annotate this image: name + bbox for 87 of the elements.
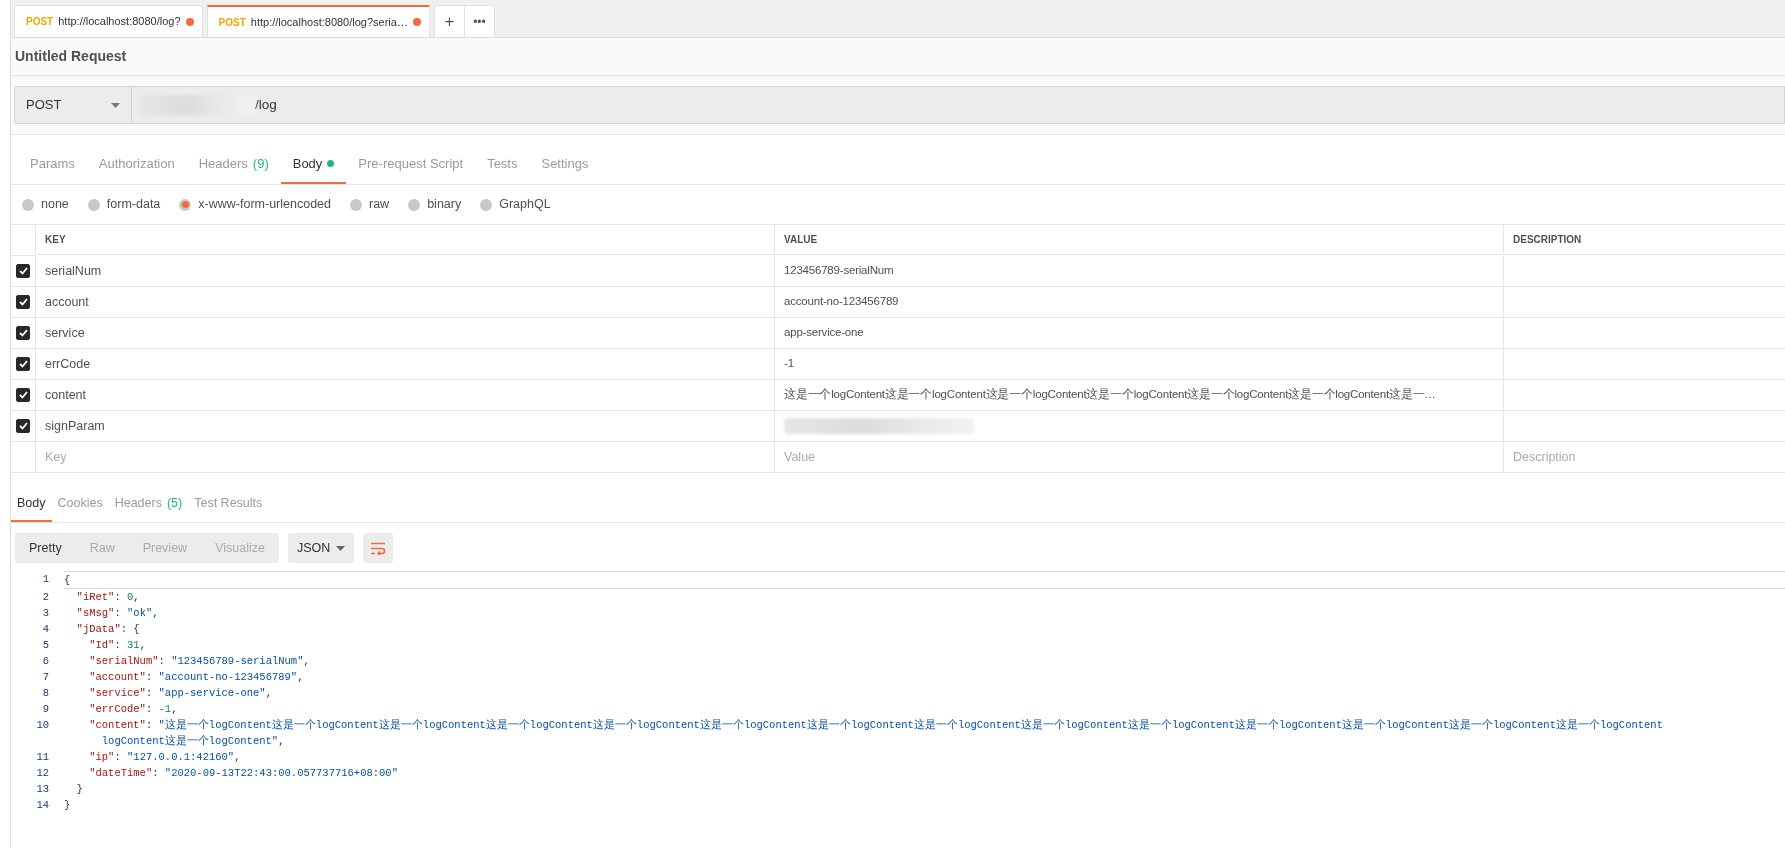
code-line: "serialNum": "123456789-serialNum", (88, 654, 311, 669)
format-dropdown[interactable]: JSON (287, 533, 354, 563)
code-line: "errCode": -1, (88, 702, 179, 717)
table-cell-text: serialNum (45, 262, 102, 280)
code-line: "jData": { (75, 622, 141, 637)
url-text: /log (255, 95, 277, 114)
code-line: } (75, 782, 84, 797)
line-number: 8 (41, 686, 49, 701)
code-line: "Id": 31, (88, 638, 147, 653)
column-header: DESCRIPTION (1513, 233, 1582, 247)
table-cell-text: 这是一个logContent这是一个logContent这是一个logContent这是一个logContent这是一个logContent这是一个logContent这是一… (784, 387, 1436, 403)
radio-button[interactable] (480, 198, 493, 211)
new-tab-button[interactable]: + (433, 5, 465, 37)
response-tab[interactable]: Body (11, 487, 52, 522)
code-line: "content": "这是一个logContent这是一个logContent这是一个logContent这是一个logContent这是一个logContent这是一个logContent这是一个logContent这是一个logContent这是一个logContent这是一个logContent这是一个logContent这是一个logContent这是一个logContent这是一个logContent (88, 718, 1664, 733)
line-number: 7 (41, 670, 49, 685)
code-line: "account": "account-no-123456789", (88, 670, 305, 685)
radio-option[interactable]: GraphQL (480, 195, 551, 214)
code-line: "sMsg": "ok", (75, 606, 160, 621)
checkbox[interactable] (16, 388, 30, 402)
table-cell-text: account-no-123456789 (784, 294, 899, 310)
radio-label: GraphQL (499, 196, 551, 214)
line-number: 2 (41, 590, 49, 605)
radio-label: x-www-form-urlencoded (198, 196, 331, 214)
radio-button[interactable] (179, 198, 192, 211)
radio-label: binary (427, 196, 462, 214)
section-tab[interactable]: Body (280, 145, 347, 184)
code-line: "service": "app-service-one", (88, 686, 273, 701)
caret-icon (335, 545, 345, 551)
table-cell-text: errCode (45, 355, 91, 373)
radio-button[interactable] (22, 198, 34, 211)
method-text: POST (26, 96, 62, 115)
table-cell-text: signParam (45, 417, 105, 435)
more-button[interactable]: ••• (463, 5, 495, 37)
line-number: 10 (35, 718, 49, 733)
column-header: KEY (45, 233, 66, 247)
request-tab[interactable]: POST http://localhost:8080/log? (14, 5, 203, 37)
radio-label: raw (369, 196, 390, 214)
radio-label: form-data (106, 196, 161, 214)
code-line: "iRet": 0, (75, 590, 141, 605)
line-number: 5 (41, 638, 49, 653)
code-line: "dateTime": "2020-09-13T22:43:00.057737716+08:00" (88, 766, 399, 781)
table-cell-text: -1 (784, 356, 794, 372)
line-number: 9 (41, 702, 49, 717)
view-mode-button[interactable]: Pretty (15, 533, 76, 563)
method-label: POST (218, 15, 246, 30)
method-dropdown[interactable]: POST (15, 87, 132, 123)
radio-button[interactable] (408, 198, 421, 211)
line-number: 3 (41, 606, 49, 621)
column-header: VALUE (784, 233, 818, 247)
table-cell-text: app-service-one (784, 325, 864, 341)
wrap-lines-button[interactable] (362, 533, 393, 563)
checkbox[interactable] (16, 357, 30, 371)
radio-option[interactable]: form-data (87, 195, 161, 214)
line-number: 13 (35, 782, 49, 797)
line-number: 1 (41, 572, 49, 587)
radio-label: none (41, 196, 69, 214)
radio-option[interactable]: raw (350, 195, 390, 214)
checkbox[interactable] (16, 419, 30, 433)
code-line: logContent这是一个logContent", (100, 734, 286, 749)
table-cell-text: account (45, 293, 89, 311)
checkbox[interactable] (16, 326, 30, 340)
radio-option[interactable]: none (22, 195, 69, 214)
code-line: { (64, 571, 1785, 589)
line-number: 6 (41, 654, 49, 669)
line-number: 12 (35, 766, 49, 781)
code-line: } (64, 798, 72, 813)
radio-option[interactable]: x-www-form-urlencoded (179, 195, 331, 214)
tab-url: http://localhost:8080/log? (58, 14, 181, 30)
code-line: "ip": "127.0.0.1:42160", (88, 750, 242, 765)
request-title: Untitled Request (15, 47, 127, 66)
tab-url: http://localhost:8080/log?seria… (250, 14, 408, 30)
wrap-icon (369, 541, 386, 555)
caret-icon (111, 102, 120, 108)
table-cell-text: 123456789-serialNum (784, 263, 894, 279)
method-label: POST (26, 15, 54, 29)
radio-button[interactable] (350, 198, 362, 211)
radio-button[interactable] (87, 198, 100, 211)
line-number: 4 (41, 622, 49, 637)
request-tab[interactable]: POST http://localhost:8080/log?seria… (206, 5, 430, 37)
checkbox[interactable] (16, 264, 30, 278)
line-number: 14 (35, 798, 49, 813)
line-number: 11 (35, 750, 49, 765)
table-cell-text: service (45, 324, 85, 342)
radio-option[interactable]: binary (408, 195, 462, 214)
table-cell-text: content (45, 386, 86, 404)
checkbox[interactable] (16, 295, 30, 309)
